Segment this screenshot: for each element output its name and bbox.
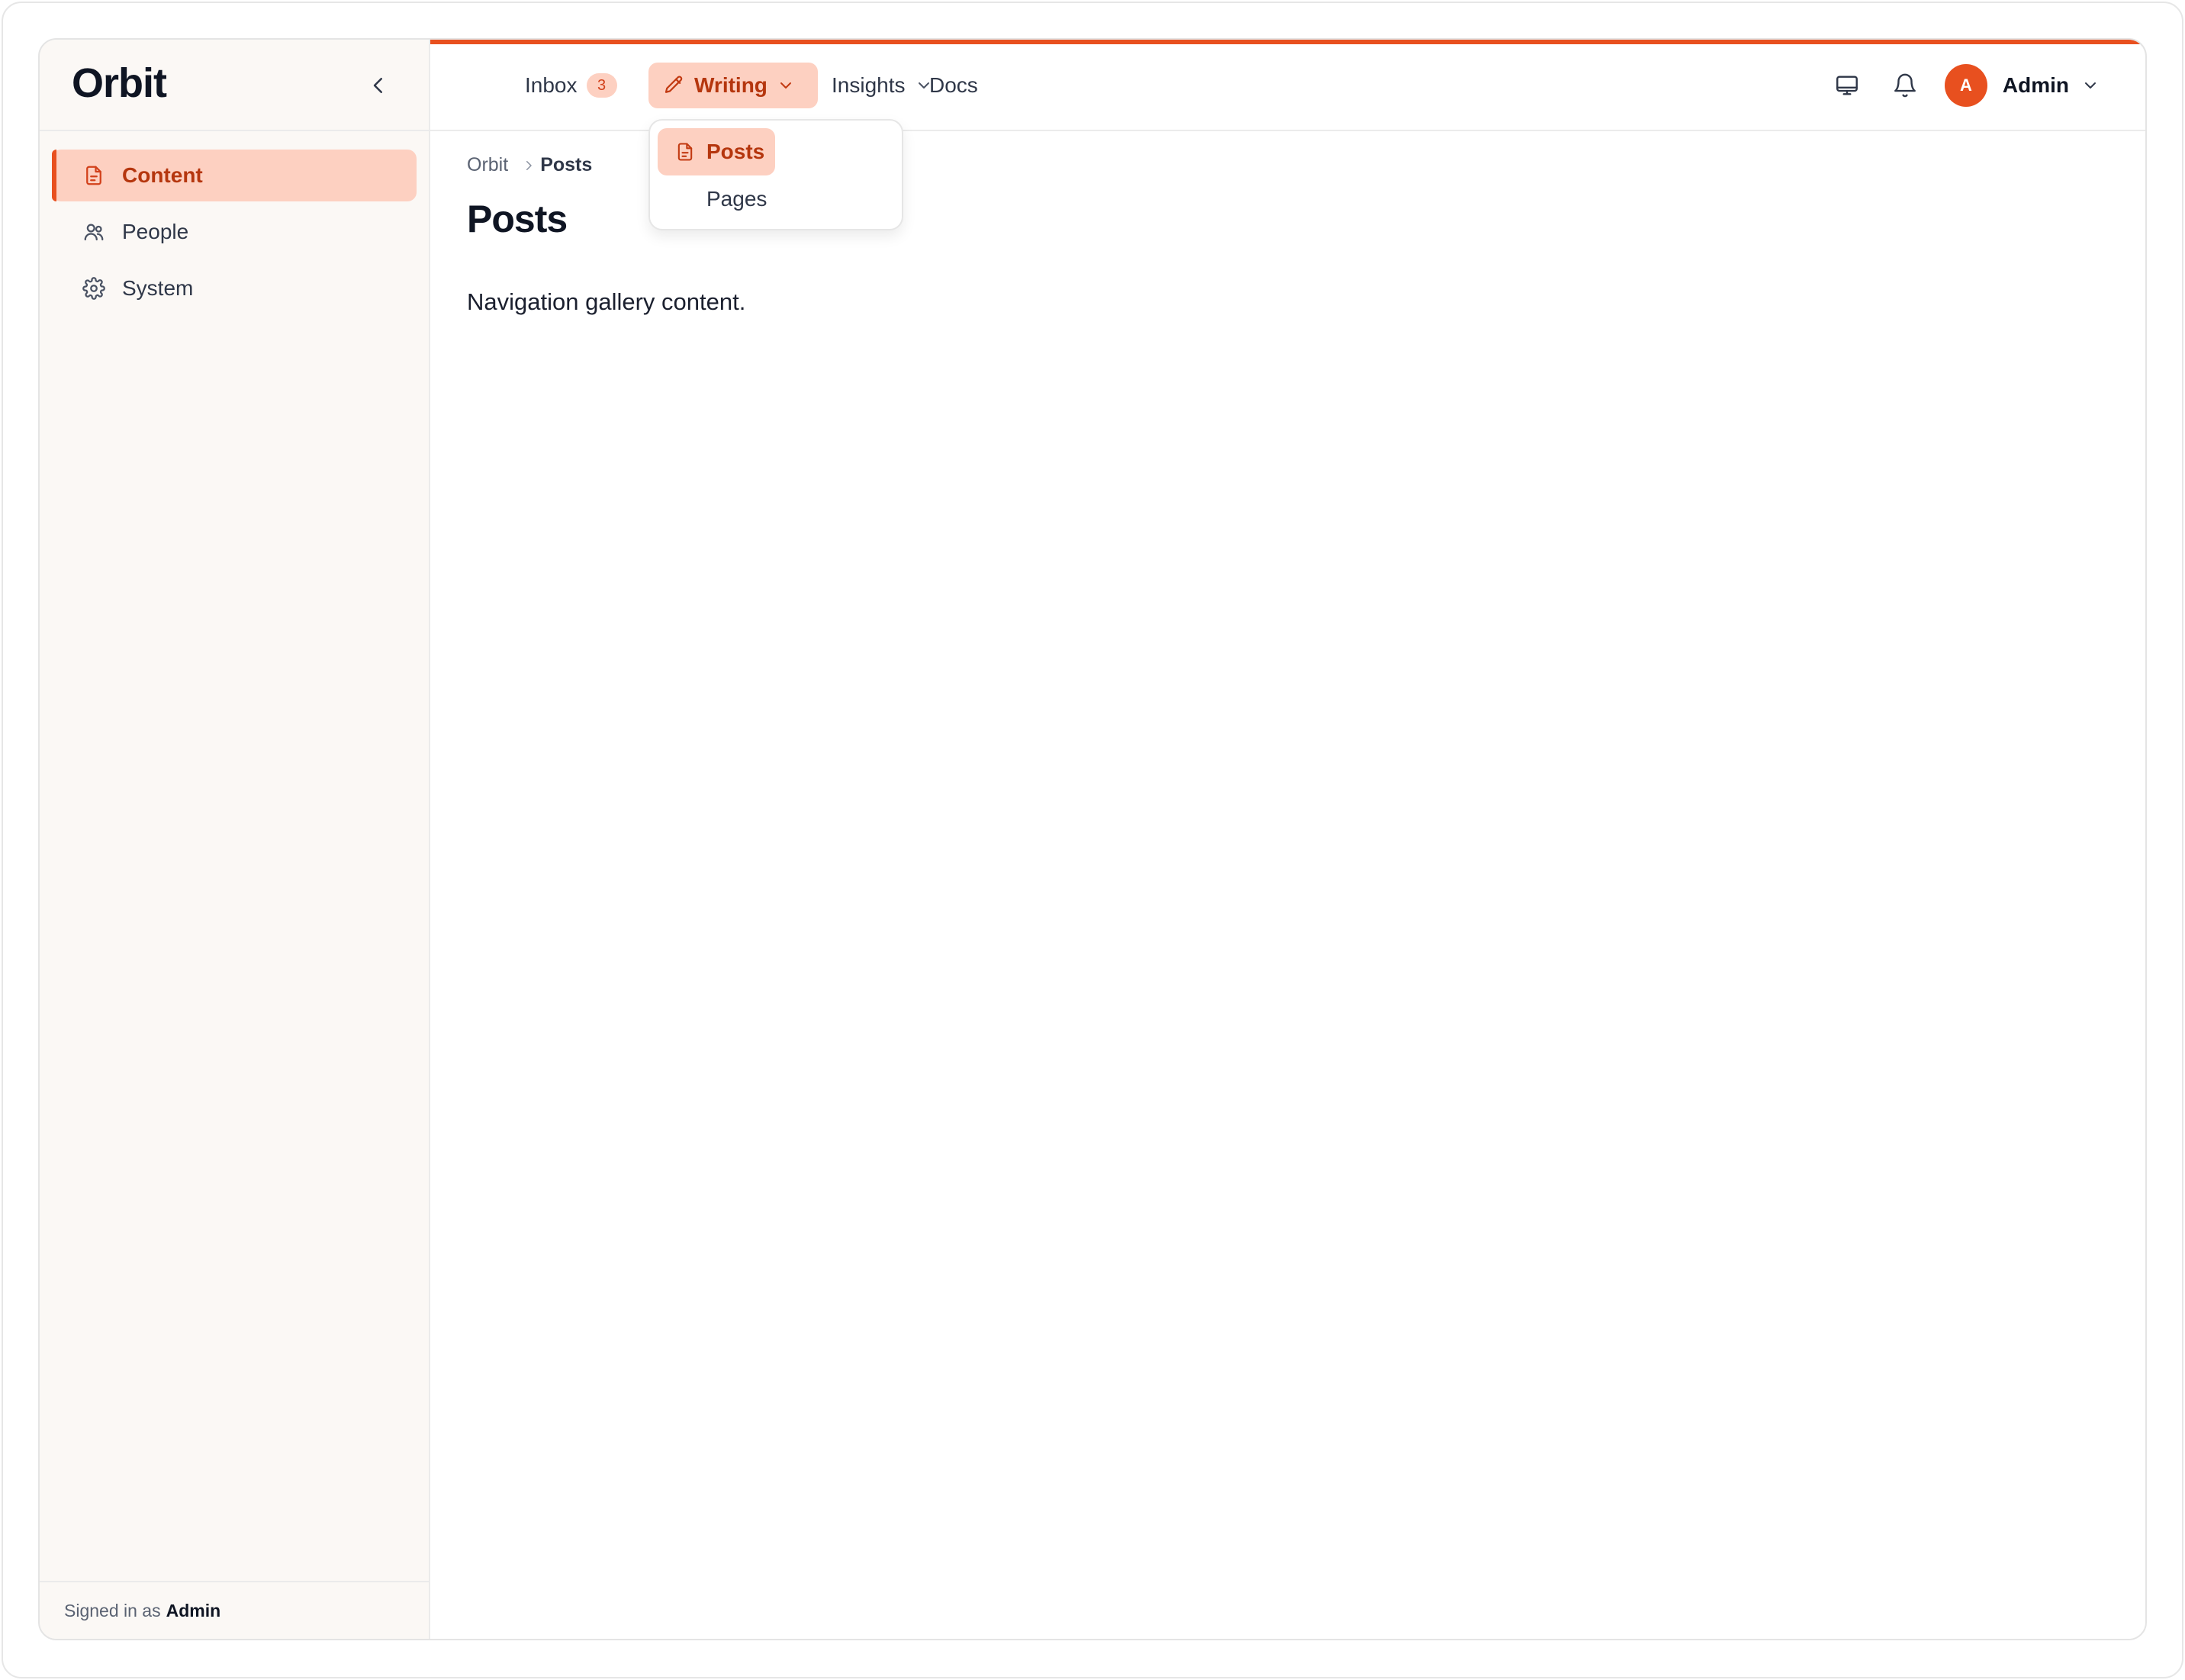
inbox-count-badge: 3 (586, 73, 617, 98)
main-content: Orbit Posts Posts Navigation gallery con… (430, 131, 2145, 1639)
chevron-right-icon (522, 159, 536, 172)
nav-docs-label: Docs (929, 73, 978, 97)
menu-item-label: Posts (706, 140, 765, 163)
user-name[interactable]: Admin (2003, 73, 2069, 98)
sidebar-item-label: Content (122, 163, 203, 187)
chevron-left-icon (373, 78, 382, 93)
pencil-icon (662, 74, 685, 97)
menu-item-pages[interactable]: Pages (658, 175, 767, 223)
nav-insights-label: Insights (832, 73, 906, 97)
sidebar: Orbit Content People System Signed in as… (40, 40, 430, 1639)
sidebar-nav: Content People System (52, 150, 417, 319)
writing-dropdown-menu: Posts Pages (648, 119, 903, 230)
document-icon (674, 141, 696, 163)
avatar[interactable]: A (1944, 64, 1987, 107)
sidebar-item-label: System (122, 276, 194, 300)
nav-inbox-label: Inbox (525, 73, 578, 97)
nav-inbox[interactable]: Inbox 3 (525, 63, 617, 108)
sidebar-item-label: People (122, 220, 189, 243)
collapse-sidebar-button[interactable] (357, 64, 400, 107)
signed-in-footer: Signed in as Admin (40, 1581, 429, 1639)
nav-writing[interactable]: Writing (648, 63, 818, 108)
nav-writing-label: Writing (694, 73, 767, 97)
bell-icon (1894, 73, 1916, 98)
sidebar-item-system[interactable]: System (52, 262, 417, 314)
signed-in-user: Admin (166, 1600, 221, 1620)
app-shell: Orbit Content People System Signed in as… (38, 38, 2147, 1640)
brand-row: Orbit (40, 40, 429, 131)
document-icon (82, 164, 105, 187)
brand-logo: Orbit (72, 60, 167, 106)
users-icon (82, 220, 105, 243)
notifications-button[interactable] (1884, 64, 1926, 107)
breadcrumb-current: Posts (540, 154, 593, 175)
sidebar-item-people[interactable]: People (52, 206, 417, 258)
breadcrumb: Orbit Posts (467, 154, 592, 176)
sidebar-item-content[interactable]: Content (52, 150, 417, 201)
menu-item-label: Pages (706, 187, 767, 211)
display-button[interactable] (1826, 64, 1868, 107)
header-tools: A Admin (1826, 61, 2100, 110)
gear-icon (82, 277, 105, 300)
chevron-down-icon (777, 76, 795, 95)
top-navbar: Inbox 3 Writing Insights Docs A Admin (430, 40, 2145, 131)
nav-insights[interactable]: Insights (832, 63, 933, 108)
page-body-text: Navigation gallery content. (467, 288, 746, 315)
breadcrumb-root[interactable]: Orbit (467, 154, 508, 176)
nav-docs[interactable]: Docs (929, 63, 978, 108)
menu-item-posts[interactable]: Posts (658, 128, 775, 175)
page-title: Posts (467, 198, 568, 240)
chevron-down-icon[interactable] (2081, 76, 2100, 95)
signed-in-prefix: Signed in as (64, 1600, 161, 1620)
monitor-icon (1836, 76, 1858, 95)
